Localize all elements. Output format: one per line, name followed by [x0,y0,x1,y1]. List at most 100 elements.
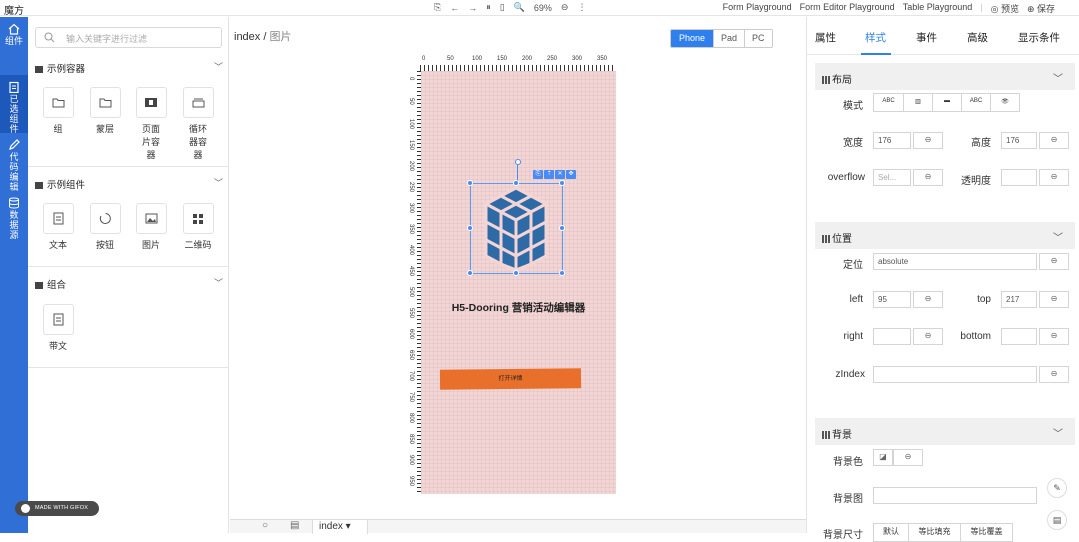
chevron-down-icon[interactable]: ﹀ [214,176,223,189]
group-layout[interactable]: 布局 ﹀ [815,63,1075,90]
device-pc[interactable]: PC [744,30,772,47]
nav-code-editor[interactable]: 代码编辑 [0,133,28,192]
left-input[interactable]: 95 [873,291,911,308]
resize-handle-t[interactable] [513,180,519,186]
section-example-containers[interactable]: 示例容器 ﹀ [28,58,228,76]
search-input[interactable]: 输入关键字进行过滤 [35,27,222,48]
tab-events[interactable]: 事件 [916,30,937,45]
save-button[interactable]: ⊕ 保存 [1027,2,1055,15]
top-input[interactable]: 217 [1001,291,1037,308]
copy-icon[interactable]: ⎘ [434,2,441,13]
mode-option-hidden[interactable]: 👁 [990,94,1019,111]
bottom-input[interactable] [1001,328,1037,345]
pause-icon[interactable]: ⏸ [486,2,491,13]
zindex-unit-button[interactable]: ⊖ [1039,366,1069,383]
phone-canvas[interactable]: ⎘ ⇡ ✕ ✥ H5-Dooring 营销活动编辑器 打开详情 [421,71,616,494]
device-pad[interactable]: Pad [713,30,744,47]
resize-handle-br[interactable] [559,270,565,276]
tab-attributes[interactable]: 属性 [815,30,836,45]
comp-text-combo[interactable]: 带文 [35,304,81,353]
mode-option-inline[interactable]: ABC [961,94,990,111]
delete-icon[interactable]: ✕ [555,170,565,179]
comp-qrcode[interactable]: 二维码 [175,203,221,252]
preview-button[interactable]: ◎ 预览 [991,2,1019,15]
comp-loop-container[interactable]: 循环器容器 [175,87,221,162]
layers-icon [192,98,204,108]
phone-detail-button[interactable]: 打开详情 [439,368,582,390]
device-phone[interactable]: Phone [671,30,714,47]
comp-button[interactable]: 按钮 [82,203,128,252]
bg-color-picker[interactable]: ◪ [873,449,893,466]
page-list-icon[interactable]: ▤ [290,520,299,531]
zoom-in-icon[interactable]: 🔍 [514,2,525,13]
bg-image-input[interactable] [873,487,1037,504]
drag-icon[interactable]: ✥ [566,170,576,179]
redo-icon[interactable]: → [468,3,477,13]
resize-handle-bl[interactable] [467,270,473,276]
comp-group[interactable]: 组 [35,87,81,136]
nav-components[interactable]: 组件 [0,17,28,75]
search-icon[interactable]: ○ [262,520,268,531]
phone-title-text[interactable]: H5-Dooring 营销活动编辑器 [421,300,616,315]
breadcrumb-root[interactable]: index [234,31,260,43]
mode-option-text[interactable]: ABC [874,94,903,111]
bottom-unit-button[interactable]: ⊖ [1039,328,1069,345]
position-select[interactable]: absolute [873,253,1037,270]
group-background[interactable]: 背景 ﹀ [815,418,1075,445]
right-input[interactable] [873,328,911,345]
rotate-handle[interactable] [515,159,521,165]
doc-fab[interactable]: ▤ [1047,510,1067,530]
chevron-down-icon[interactable]: ﹀ [214,60,223,73]
overflow-select[interactable]: Sel... [873,169,911,186]
tab-advanced[interactable]: 高级 [967,30,988,45]
section-combo[interactable]: 组合 ﹀ [28,274,228,292]
resize-handle-r[interactable] [559,225,565,231]
pen-fab[interactable]: ✎ [1047,478,1067,498]
more-icon[interactable]: ⋮ [577,2,586,13]
nav-selected-components[interactable]: 已选组件 [0,75,28,134]
mode-option-block[interactable]: ▬ [932,94,961,111]
width-unit-button[interactable]: ⊖ [913,132,943,149]
comp-image[interactable]: 图片 [128,203,174,252]
chevron-down-icon[interactable]: ﹀ [214,276,223,289]
comp-mask[interactable]: 蒙层 [82,87,128,136]
height-unit-button[interactable]: ⊖ [1039,132,1069,149]
left-unit-button[interactable]: ⊖ [913,291,943,308]
opacity-unit-button[interactable]: ⊖ [1039,169,1069,186]
link-form-playground[interactable]: Form Playground [723,2,792,15]
tab-display-conditions[interactable]: 显示条件 [1018,30,1060,45]
comp-label: 带文 [48,341,67,351]
undo-icon[interactable]: ← [450,3,459,13]
resize-handle-b[interactable] [513,270,519,276]
resize-handle-l[interactable] [467,225,473,231]
overflow-clear-button[interactable]: ⊖ [913,169,943,186]
chevron-down-icon[interactable]: ﹀ [1053,70,1063,85]
copy-icon[interactable]: ⎘ [533,170,543,179]
zindex-input[interactable] [873,366,1037,383]
bg-color-clear-button[interactable]: ⊖ [893,449,923,466]
resize-handle-tl[interactable] [467,180,473,186]
move-up-icon[interactable]: ⇡ [544,170,554,179]
resize-handle-tr[interactable] [559,180,565,186]
frame-icon[interactable]: ▯ [500,2,505,13]
width-input[interactable]: 176 [873,132,911,149]
link-form-editor-playground[interactable]: Form Editor Playground [800,2,895,15]
mode-option-columns[interactable]: ▥ [903,94,932,111]
nav-datasource[interactable]: 数据源 [0,191,28,249]
top-unit-button[interactable]: ⊖ [1039,291,1069,308]
comp-page-fragment[interactable]: 页面片容器 [128,87,174,162]
height-input[interactable]: 176 [1001,132,1037,149]
chevron-down-icon[interactable]: ﹀ [1053,229,1063,244]
section-example-components[interactable]: 示例组件 ﹀ [28,174,228,192]
page-tab-index[interactable]: index ▾ [312,520,368,534]
position-clear-button[interactable]: ⊖ [1039,253,1069,270]
right-unit-button[interactable]: ⊖ [913,328,943,345]
selected-image-component[interactable] [467,180,565,276]
opacity-input[interactable] [1001,169,1037,186]
comp-text[interactable]: 文本 [35,203,81,252]
group-position[interactable]: 位置 ﹀ [815,222,1075,249]
tab-style[interactable]: 样式 [865,30,886,45]
zoom-out-icon[interactable]: ⊖ [561,2,569,13]
chevron-down-icon[interactable]: ﹀ [1053,425,1063,440]
link-table-playground[interactable]: Table Playground [903,2,973,15]
